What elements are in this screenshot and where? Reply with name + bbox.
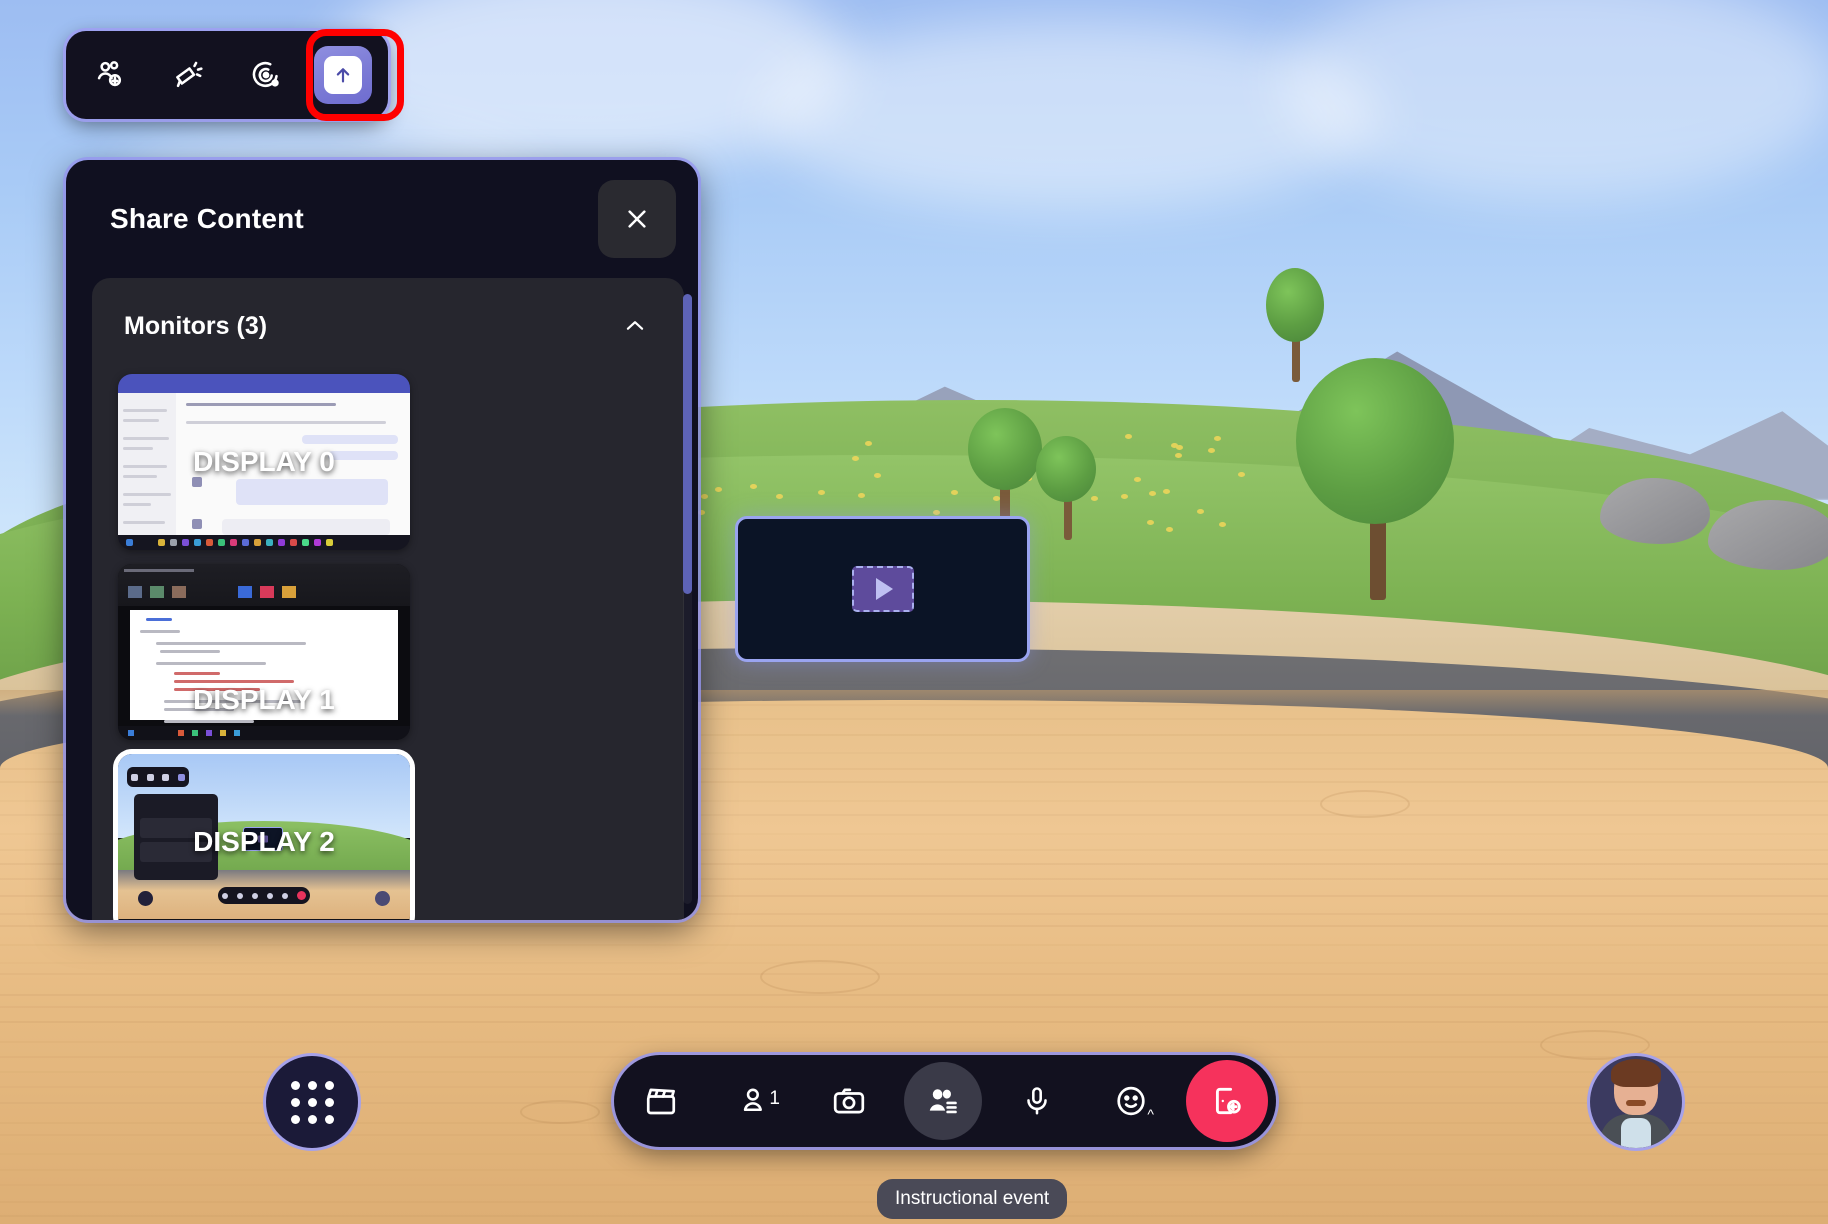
share-content-panel: Share Content Monitors (3) DISPLAY 0 DIS… xyxy=(66,160,698,920)
section-monitors: Monitors (3) DISPLAY 0 DISPLAY 1 DISPLAY… xyxy=(92,278,684,920)
share-panel-body: Monitors (3) DISPLAY 0 DISPLAY 1 DISPLAY… xyxy=(66,278,698,920)
status-badge: Instructional event xyxy=(877,1179,1067,1219)
top-toolbar xyxy=(66,31,388,119)
avatar[interactable] xyxy=(1590,1056,1682,1148)
tree xyxy=(1032,430,1102,540)
share-panel-header: Share Content xyxy=(66,160,698,278)
broadcast-icon[interactable] xyxy=(237,46,295,104)
participant-count: 1 xyxy=(769,1088,780,1110)
monitor-thumbnail-display-2[interactable]: DISPLAY 2 xyxy=(118,754,410,920)
rock xyxy=(1600,478,1710,544)
clapperboard-icon[interactable] xyxy=(622,1062,700,1140)
megaphone-icon[interactable] xyxy=(159,46,217,104)
people-add-icon[interactable] xyxy=(82,46,140,104)
page-title: Share Content xyxy=(110,203,304,235)
section-header-monitors[interactable]: Monitors (3) xyxy=(92,278,684,374)
monitor-thumbnail-grid: DISPLAY 0 DISPLAY 1 DISPLAY 2 xyxy=(92,374,684,920)
close-icon[interactable] xyxy=(598,180,676,258)
microphone-icon[interactable] xyxy=(998,1062,1076,1140)
shared-screen-placeholder[interactable] xyxy=(735,516,1030,662)
monitor-thumbnail-display-1[interactable]: DISPLAY 1 xyxy=(118,564,410,740)
panel-scrollbar[interactable] xyxy=(683,294,692,904)
upload-arrow-icon xyxy=(324,56,362,94)
chevron-up-icon: ^ xyxy=(1147,1106,1154,1122)
leave-icon[interactable] xyxy=(1186,1060,1268,1142)
camera-icon[interactable] xyxy=(810,1062,888,1140)
scrollbar-thumb[interactable] xyxy=(683,294,692,594)
bottom-dock: 1 ^ xyxy=(614,1055,1276,1147)
participants-icon[interactable]: 1 xyxy=(716,1062,794,1140)
play-icon xyxy=(852,566,914,612)
app-root: Share Content Monitors (3) DISPLAY 0 DIS… xyxy=(0,0,1828,1224)
share-screen-icon[interactable] xyxy=(904,1062,982,1140)
section-title: Monitors (3) xyxy=(124,312,267,341)
tree xyxy=(1290,350,1460,600)
share-upload-icon[interactable] xyxy=(314,46,372,104)
apps-button[interactable] xyxy=(266,1056,358,1148)
monitor-thumbnail-display-0[interactable]: DISPLAY 0 xyxy=(118,374,410,550)
chevron-up-icon[interactable] xyxy=(622,313,648,339)
grid-dots-icon xyxy=(291,1081,334,1124)
reactions-icon[interactable]: ^ xyxy=(1092,1062,1170,1140)
